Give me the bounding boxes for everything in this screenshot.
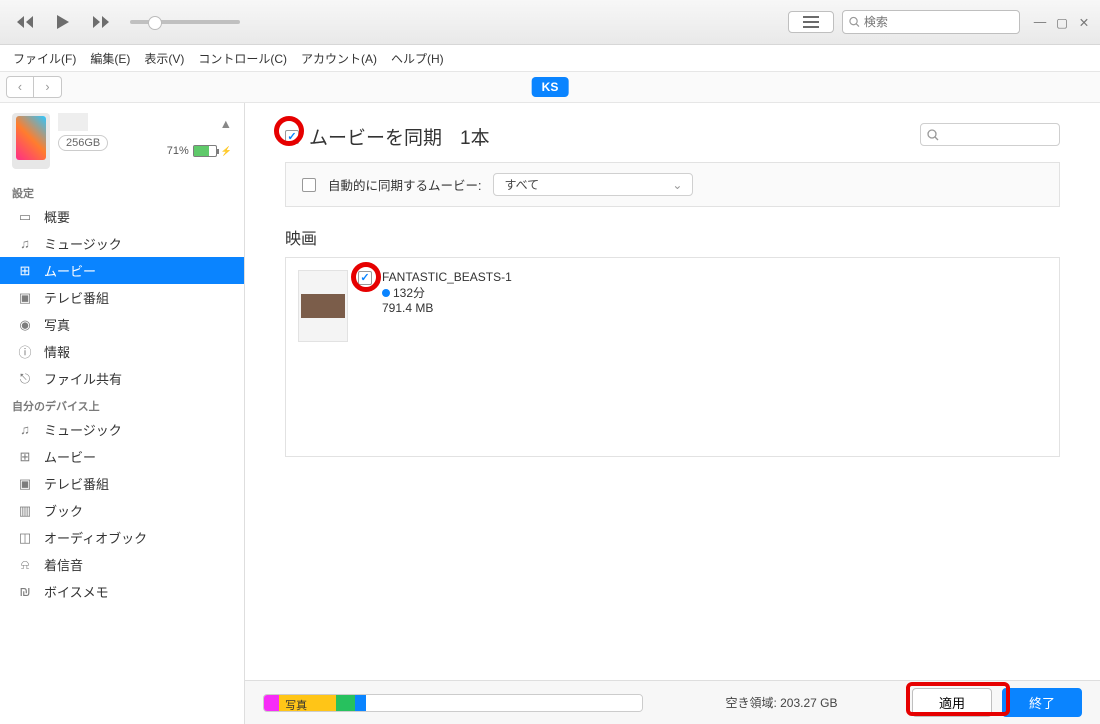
menu-file[interactable]: ファイル(F) (8, 48, 81, 69)
next-icon[interactable] (84, 9, 118, 35)
book-icon: ▥ (16, 503, 34, 519)
auto-sync-checkbox[interactable]: ✓ (302, 178, 316, 192)
device-summary[interactable]: 256GB ▲ 71% ⚡ (0, 113, 244, 179)
auto-sync-label: 自動的に同期するムービー: (328, 175, 481, 194)
ondev-voicememos[interactable]: ₪ボイスメモ (0, 578, 244, 605)
movies-heading: 映画 (285, 225, 1060, 249)
storage-photo-label: 写真 (285, 697, 307, 712)
movie-thumb (298, 270, 348, 342)
footer: 写真 空き領域: 203.27 GB 適用 終了 (245, 680, 1100, 724)
search-input[interactable] (842, 10, 1020, 34)
menu-view[interactable]: 表示(V) (139, 48, 189, 69)
battery-text: 71% (167, 145, 189, 157)
prev-icon[interactable] (8, 9, 42, 35)
unwatched-dot-icon (382, 289, 390, 297)
menu-bar: ファイル(F) 編集(E) 表示(V) コントロール(C) アカウント(A) ヘ… (0, 45, 1100, 71)
ondev-movies[interactable]: ⊞ムービー (0, 443, 244, 470)
player-toolbar: — ▢ ✕ (0, 0, 1100, 45)
ondev-ringtones[interactable]: ⍾着信音 (0, 551, 244, 578)
menu-edit[interactable]: 編集(E) (85, 48, 135, 69)
sidebar-movies[interactable]: ⊞ムービー (0, 257, 244, 284)
free-space-label: 空き領域: 203.27 GB (661, 694, 902, 711)
tv-icon: ▣ (16, 290, 34, 306)
sidebar-fileshare[interactable]: ⎋ファイル共有 (0, 365, 244, 392)
movie-icon: ⊞ (16, 263, 34, 279)
sync-count: 1本 (460, 123, 490, 150)
sidebar-summary[interactable]: ▭概要 (0, 203, 244, 230)
menu-help[interactable]: ヘルプ(H) (386, 48, 449, 69)
device-name (58, 113, 88, 131)
ondev-books[interactable]: ▥ブック (0, 497, 244, 524)
music-icon: ♫ (16, 422, 34, 437)
device-chip[interactable]: KS (532, 77, 569, 97)
info-icon: ⓘ (16, 342, 34, 361)
sync-movies-label: ムービーを同期 (309, 123, 442, 150)
menu-account[interactable]: アカウント(A) (296, 48, 382, 69)
movie-duration: 132分 (393, 286, 425, 300)
nav-forward-button[interactable]: › (34, 76, 62, 98)
movies-list: ✓ FANTASTIC_BEASTS-1 132分 791.4 MB (285, 257, 1060, 457)
battery-icon (193, 145, 217, 157)
apply-button[interactable]: 適用 (912, 688, 992, 717)
apps-icon: ⎋ (16, 371, 34, 387)
eject-icon[interactable]: ▲ (220, 117, 232, 131)
movie-checkbox[interactable]: ✓ (358, 271, 372, 285)
bell-icon: ⍾ (16, 557, 34, 573)
sidebar-music[interactable]: ♫ミュージック (0, 230, 244, 257)
movie-row[interactable]: ✓ FANTASTIC_BEASTS-1 132分 791.4 MB (298, 270, 1047, 342)
sidebar: 256GB ▲ 71% ⚡ 設定 ▭概要 ♫ミュージック ⊞ムービー ▣テレビ番… (0, 103, 245, 724)
tv-icon: ▣ (16, 476, 34, 492)
sidebar-info[interactable]: ⓘ情報 (0, 338, 244, 365)
menu-controls[interactable]: コントロール(C) (193, 48, 292, 69)
audiobook-icon: ◫ (16, 530, 34, 546)
movie-icon: ⊞ (16, 449, 34, 465)
auto-sync-select[interactable]: すべて⌄ (493, 173, 693, 196)
minimize-icon[interactable]: — (1032, 15, 1048, 30)
main-pane: ✓ ムービーを同期 1本 ✓ 自動的に同期するムービー: すべて⌄ 映画 ✓ (245, 103, 1100, 724)
device-capacity: 256GB (58, 135, 108, 151)
sidebar-tv[interactable]: ▣テレビ番組 (0, 284, 244, 311)
play-icon[interactable] (46, 9, 80, 35)
view-list-button[interactable] (788, 11, 834, 33)
summary-icon: ▭ (16, 209, 34, 225)
camera-icon: ◉ (16, 317, 34, 333)
volume-slider[interactable] (130, 20, 240, 24)
sidebar-section-settings: 設定 (0, 183, 244, 203)
maximize-icon[interactable]: ▢ (1054, 15, 1070, 30)
ondev-audiobooks[interactable]: ◫オーディオブック (0, 524, 244, 551)
auto-sync-panel: ✓ 自動的に同期するムービー: すべて⌄ (285, 162, 1060, 207)
ondev-music[interactable]: ♫ミュージック (0, 416, 244, 443)
music-icon: ♫ (16, 236, 34, 251)
sidebar-photos[interactable]: ◉写真 (0, 311, 244, 338)
movie-size: 791.4 MB (382, 301, 512, 315)
device-thumb-icon (12, 113, 50, 169)
sync-movies-checkbox[interactable]: ✓ (285, 130, 299, 144)
ondev-tv[interactable]: ▣テレビ番組 (0, 470, 244, 497)
sidebar-section-ondevice: 自分のデバイス上 (0, 396, 244, 416)
close-icon[interactable]: ✕ (1076, 15, 1092, 30)
storage-bar[interactable]: 写真 (263, 694, 643, 712)
nav-row: ‹ › KS (0, 71, 1100, 103)
nav-back-button[interactable]: ‹ (6, 76, 34, 98)
waveform-icon: ₪ (16, 584, 34, 599)
done-button[interactable]: 終了 (1002, 688, 1082, 717)
movie-title: FANTASTIC_BEASTS-1 (382, 270, 512, 284)
